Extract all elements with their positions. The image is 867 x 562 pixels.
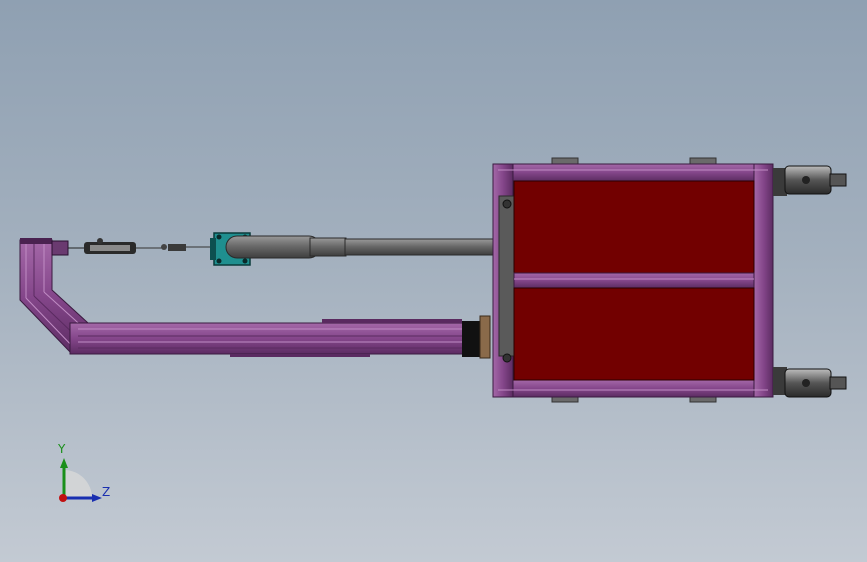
z-axis-label: Z [102, 485, 111, 499]
caster-wheel-bottom[interactable] [773, 367, 847, 398]
cargo-panel-bottom [513, 287, 755, 381]
steering-pipe[interactable] [225, 235, 494, 259]
caster-wheel-top[interactable] [773, 165, 847, 196]
main-rail[interactable] [69, 319, 466, 357]
cad-viewport[interactable]: Y Z [0, 0, 867, 562]
cart-model[interactable] [0, 0, 867, 562]
y-axis-label: Y [58, 442, 66, 456]
cargo-panel-top [513, 180, 755, 274]
rail-coupling[interactable] [462, 315, 491, 359]
center-divider [513, 272, 755, 289]
cable-connector [161, 244, 214, 251]
brake-lever[interactable] [51, 238, 162, 256]
